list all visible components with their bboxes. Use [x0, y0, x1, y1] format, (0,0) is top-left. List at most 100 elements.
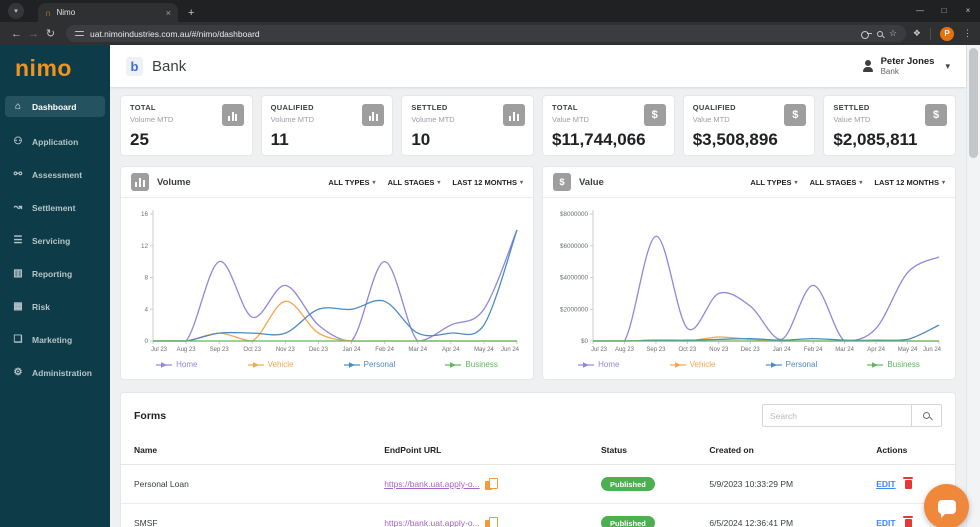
user-menu[interactable]: Peter Jones Bank ▾ — [862, 56, 950, 76]
filter-all-stages[interactable]: ALL STAGES ▾ — [810, 178, 863, 187]
svg-text:$4000000: $4000000 — [560, 275, 589, 282]
legend-item[interactable]: Personal — [765, 360, 817, 369]
filter-last-12-months[interactable]: LAST 12 MONTHS ▾ — [874, 178, 945, 187]
zoom-magnifier-icon[interactable] — [876, 30, 883, 37]
menu-kebab-icon[interactable]: ⋮ — [963, 28, 972, 39]
svg-text:Jun 24: Jun 24 — [501, 347, 520, 353]
legend-item[interactable]: Business — [445, 360, 498, 369]
address-bar[interactable]: uat.nimoindustries.com.au/#/nimo/dashboa… — [66, 25, 906, 42]
sidebar-item-dashboard[interactable]: ⌂ Dashboard — [5, 96, 105, 117]
back-button[interactable]: ← — [8, 28, 25, 40]
svg-text:8: 8 — [144, 275, 148, 282]
legend-marker-icon — [669, 361, 686, 368]
svg-text:Oct 23: Oct 23 — [679, 347, 697, 353]
filter-all-types[interactable]: ALL TYPES ▾ — [328, 178, 375, 187]
svg-text:0: 0 — [144, 338, 148, 345]
nimo-logo: nimo — [15, 55, 72, 81]
status-badge: Published — [601, 516, 655, 527]
legend-marker-icon — [578, 361, 595, 368]
forms-title: Forms — [134, 409, 167, 422]
legend-item[interactable]: Vehicle — [247, 360, 294, 369]
copy-icon[interactable] — [484, 516, 498, 527]
svg-text:Jul 23: Jul 23 — [591, 347, 608, 353]
stat-value: $2,085,811 — [833, 130, 918, 149]
sidebar-item-risk[interactable]: ▦ Risk — [5, 296, 105, 317]
volume-chart-panel: Volume ALL TYPES ▾ ALL STAGES ▾ LAST 12 MO… — [120, 166, 534, 380]
legend-label: Home — [176, 360, 198, 369]
stat-card-total-volume: TOTAL Volume MTD 25 — [120, 95, 253, 156]
legend-label: Personal — [363, 360, 396, 369]
created-on: 6/5/2024 12:36:41 PM — [696, 503, 864, 527]
scrollbar-thumb[interactable] — [969, 48, 978, 158]
legend-marker-icon — [765, 361, 782, 368]
browser-tab[interactable]: ∩ Nimo × — [38, 3, 178, 22]
sidebar-item-marketing[interactable]: ❏ Marketing — [5, 329, 105, 350]
filter-last-12-months[interactable]: LAST 12 MONTHS ▾ — [452, 178, 523, 187]
legend-item[interactable]: Business — [867, 360, 920, 369]
sidebar-item-settlement[interactable]: ↝ Settlement — [5, 197, 105, 218]
chevron-down-icon: ▾ — [14, 8, 18, 15]
new-tab-button[interactable]: + — [188, 7, 194, 19]
copy-icon[interactable] — [484, 477, 498, 491]
dollar-icon: $ — [784, 104, 807, 126]
filter-all-stages[interactable]: ALL STAGES ▾ — [388, 178, 441, 187]
svg-text:$2000000: $2000000 — [560, 306, 589, 313]
minimize-button[interactable]: — — [908, 0, 932, 22]
value-chart-panel: $ Value ALL TYPES ▾ ALL STAGES ▾ LAST 12 M… — [542, 166, 956, 380]
tab-close-button[interactable]: × — [166, 8, 171, 18]
legend-item[interactable]: Personal — [343, 360, 396, 369]
column-header-name: Name — [121, 438, 372, 465]
bar-chart-icon — [221, 104, 244, 126]
table-row: Personal Loan https://bank.uat.apply-o..… — [121, 464, 955, 504]
delete-trash-icon[interactable] — [902, 515, 913, 527]
svg-text:Jul 23: Jul 23 — [151, 347, 168, 353]
edit-link[interactable]: EDIT — [876, 518, 895, 527]
edit-link[interactable]: EDIT — [876, 479, 895, 489]
filter-all-types[interactable]: ALL TYPES ▾ — [750, 178, 797, 187]
sidebar-item-reporting[interactable]: ▥ Reporting — [5, 263, 105, 284]
url-text[interactable]: uat.nimoindustries.com.au/#/nimo/dashboa… — [90, 29, 855, 39]
legend-item[interactable]: Home — [578, 360, 619, 369]
chat-widget-button[interactable] — [924, 484, 969, 527]
legend-label: Vehicle — [267, 360, 294, 369]
app-header: b Bank Peter Jones Bank ▾ — [110, 45, 966, 87]
window-controls: — □ × — [908, 0, 980, 22]
sidebar-item-administration[interactable]: ⚙ Administration — [5, 362, 105, 383]
legend-label: Business — [465, 360, 498, 369]
gear-icon: ⚙ — [13, 367, 23, 378]
svg-text:May 24: May 24 — [898, 347, 918, 353]
sidebar-item-application[interactable]: ⚇ Application — [5, 131, 105, 152]
panel-title: Value — [579, 176, 604, 188]
legend-item[interactable]: Vehicle — [669, 360, 715, 369]
legend-marker-icon — [156, 361, 173, 368]
forward-button[interactable]: → — [25, 28, 42, 40]
close-button[interactable]: × — [956, 0, 980, 22]
endpoint-url-link[interactable]: https://bank.uat.apply-o... — [384, 479, 479, 489]
extensions-icon[interactable]: ❖ — [913, 28, 921, 39]
svg-text:Mar 24: Mar 24 — [408, 347, 427, 353]
sidebar-item-servicing[interactable]: ☰ Servicing — [5, 230, 105, 251]
arrow-flow-icon: ↝ — [13, 202, 23, 213]
delete-trash-icon[interactable] — [902, 476, 913, 489]
bookmark-star-icon[interactable]: ☆ — [889, 28, 897, 39]
value-chart: $0 $2000000 $4000000 $6000000 $8000000 Jul 23… — [560, 210, 942, 353]
tab-search-button[interactable]: ▾ — [8, 3, 24, 19]
search-input[interactable] — [762, 404, 912, 427]
search-button[interactable] — [912, 404, 942, 427]
org-badge: b — [126, 56, 143, 76]
dollar-icon: $ — [925, 104, 948, 126]
page-scrollbar[interactable] — [966, 45, 980, 527]
svg-text:Feb 24: Feb 24 — [375, 347, 394, 353]
reload-button[interactable]: ↻ — [42, 27, 59, 40]
site-info-icon[interactable] — [75, 30, 84, 37]
chevron-down-icon: ▾ — [945, 60, 950, 71]
maximize-button[interactable]: □ — [932, 0, 956, 22]
password-key-icon[interactable] — [860, 30, 872, 39]
bar-chart-icon — [503, 104, 526, 126]
users-icon: ⚇ — [13, 136, 23, 147]
endpoint-url-link[interactable]: https://bank.uat.apply-o... — [384, 518, 479, 527]
profile-avatar[interactable]: P — [940, 26, 954, 41]
legend-item[interactable]: Home — [156, 360, 197, 369]
sidebar-item-assessment[interactable]: ⚯ Assessment — [5, 164, 105, 185]
dollar-icon: $ — [553, 173, 571, 191]
